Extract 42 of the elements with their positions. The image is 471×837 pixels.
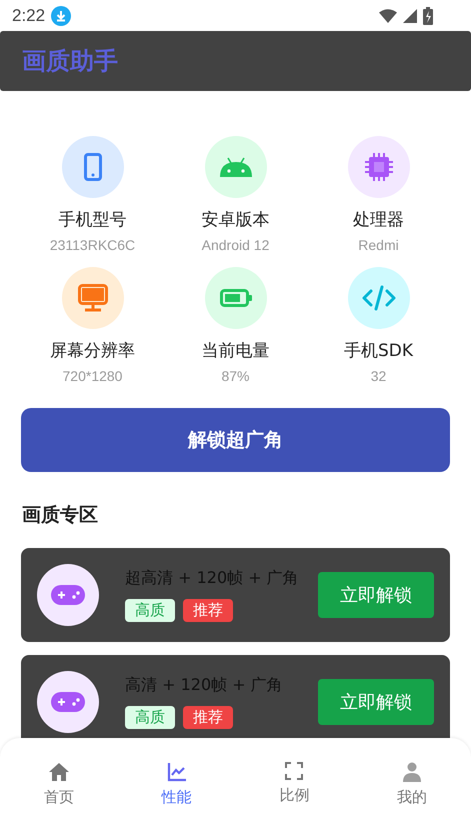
wifi-icon bbox=[379, 8, 397, 22]
nav-tab[interactable]: 比例 bbox=[254, 762, 334, 810]
battery-icon bbox=[423, 6, 433, 24]
phone-icon bbox=[84, 153, 102, 181]
info-label: 手机型号 bbox=[58, 209, 126, 231]
gamepad-icon bbox=[51, 585, 85, 605]
home-icon bbox=[48, 762, 70, 782]
status-time: 2:22 bbox=[12, 6, 46, 26]
unlock-now-button[interactable]: 立即解锁 bbox=[318, 679, 434, 725]
frame-icon bbox=[285, 762, 304, 780]
nav-tab[interactable]: 我的 bbox=[372, 762, 452, 810]
section-title: 画质专区 bbox=[22, 503, 99, 528]
info-label: 手机SDK bbox=[344, 340, 414, 362]
chart-icon bbox=[166, 762, 187, 782]
info-value: 87% bbox=[221, 368, 250, 384]
signal-icon bbox=[403, 8, 417, 22]
android-icon bbox=[220, 157, 252, 177]
chip-icon bbox=[364, 153, 392, 181]
info-value: Android 12 bbox=[202, 237, 270, 253]
info-value: 23113RKC6C bbox=[50, 237, 136, 253]
info-label: 当前电量 bbox=[202, 340, 270, 362]
info-label: 屏幕分辨率 bbox=[50, 340, 135, 362]
battery-icon bbox=[220, 289, 252, 307]
unlock-now-button[interactable]: 立即解锁 bbox=[318, 572, 434, 618]
code-icon bbox=[362, 285, 396, 311]
nav-tab[interactable]: 性能 bbox=[136, 762, 217, 810]
gamepad-icon bbox=[51, 692, 85, 712]
tag: 高质 bbox=[125, 706, 175, 729]
person-icon bbox=[403, 762, 422, 782]
nav-tab[interactable]: 首页 bbox=[18, 762, 99, 810]
info-value: 32 bbox=[370, 368, 386, 384]
tag: 推荐 bbox=[183, 706, 233, 729]
tag: 推荐 bbox=[183, 599, 233, 622]
download-icon bbox=[51, 6, 72, 26]
info-label: 安卓版本 bbox=[202, 209, 270, 231]
tag: 高质 bbox=[125, 599, 175, 622]
app-title: 画质助手 bbox=[22, 46, 118, 77]
info-value: 720*1280 bbox=[62, 368, 122, 384]
monitor-icon bbox=[78, 284, 108, 312]
info-value: Redmi bbox=[358, 237, 399, 253]
unlock-button[interactable]: 解锁超广角 bbox=[21, 408, 450, 472]
info-label: 处理器 bbox=[353, 209, 404, 231]
